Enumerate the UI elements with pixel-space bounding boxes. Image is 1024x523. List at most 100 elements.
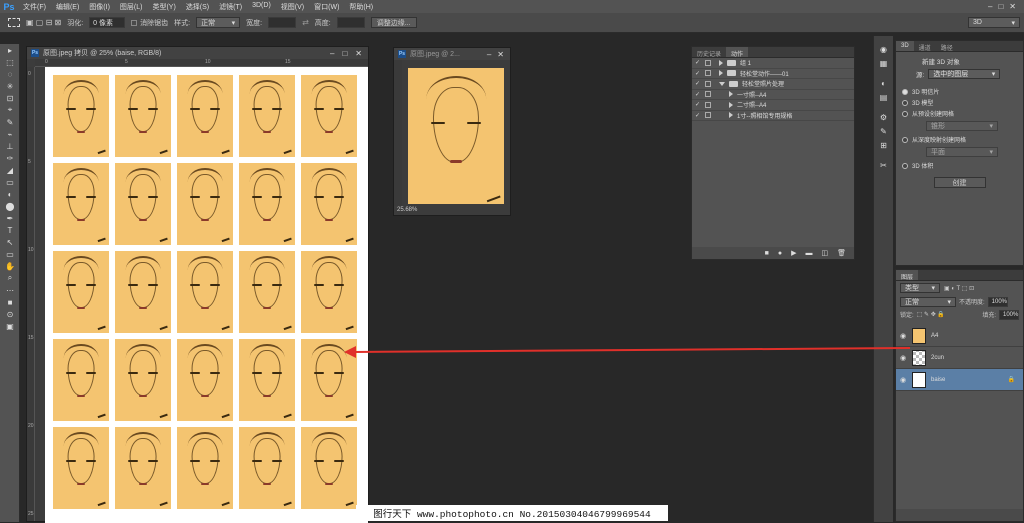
check-icon[interactable]: ✓: [695, 59, 701, 66]
radio-button[interactable]: [902, 88, 908, 95]
marquee-tool-icon[interactable]: [8, 18, 20, 27]
tool-icon[interactable]: ↖: [0, 236, 20, 248]
3d-option[interactable]: 从预设创建网格: [896, 108, 1023, 119]
tab-actions[interactable]: 动作: [726, 47, 749, 58]
height-input[interactable]: [336, 17, 365, 28]
canvas-a4-sheet[interactable]: [45, 67, 368, 523]
tab-3d-panel[interactable]: 通道: [914, 41, 936, 52]
radio-button[interactable]: [902, 136, 908, 143]
tool-icon[interactable]: ✳: [0, 80, 20, 92]
new-set-icon[interactable]: ▬: [805, 250, 812, 257]
layer-row[interactable]: ◉ baise 🔒: [896, 369, 1023, 391]
menu-item[interactable]: 类型(Y): [147, 2, 180, 12]
swatches-icon[interactable]: ▦: [874, 56, 893, 70]
create-button[interactable]: 创建: [933, 177, 986, 188]
dialog-toggle-icon[interactable]: [705, 59, 711, 66]
check-icon[interactable]: ✓: [695, 101, 701, 108]
new-action-icon[interactable]: ◫: [821, 249, 828, 257]
workspace-select[interactable]: 3D ▾: [968, 17, 1020, 28]
swap-icon[interactable]: ⇄: [302, 18, 309, 27]
feather-input[interactable]: 0 像素: [89, 17, 126, 28]
tool-icon[interactable]: ⌕: [0, 272, 20, 284]
action-row[interactable]: ✓ 一寸照--A4: [692, 90, 854, 100]
tool-icon[interactable]: ⊥: [0, 140, 20, 152]
visibility-eye-icon[interactable]: ◉: [899, 332, 907, 340]
maximize-icon[interactable]: □: [998, 2, 1003, 11]
stop-icon[interactable]: ■: [765, 250, 769, 257]
color-icon[interactable]: ◉: [874, 42, 893, 56]
tool-icon[interactable]: ▭: [0, 176, 20, 188]
tool-icon[interactable]: ⬚: [0, 56, 20, 68]
expand-triangle-icon[interactable]: [729, 91, 733, 98]
depth-map-select[interactable]: 平面 ▾: [926, 147, 998, 157]
source-select[interactable]: 选中的图层 ▾: [928, 69, 1001, 79]
3d-option[interactable]: 从深度映射创建网格: [896, 134, 1023, 145]
blend-mode-select[interactable]: 正常 ▾: [900, 296, 956, 307]
expand-triangle-icon[interactable]: [719, 81, 725, 86]
close-icon[interactable]: ✕: [355, 49, 362, 58]
menu-item[interactable]: 3D(D): [247, 2, 276, 12]
tool-icon[interactable]: ⊡: [0, 92, 20, 104]
kind-filter-select[interactable]: 类型 ▾: [900, 283, 940, 293]
tool-icon[interactable]: ▭: [0, 248, 20, 260]
tools-icon[interactable]: ✂: [874, 158, 893, 172]
opacity-input[interactable]: 100%: [987, 296, 1008, 307]
maximize-icon[interactable]: □: [342, 49, 347, 58]
expand-triangle-icon[interactable]: [719, 70, 723, 77]
dialog-toggle-icon[interactable]: [705, 112, 711, 119]
trash-icon[interactable]: 🗑: [837, 249, 846, 257]
tool-icon[interactable]: ⌁: [0, 128, 20, 140]
preset-mesh-select[interactable]: 锥形 ▾: [926, 121, 998, 131]
3d-option[interactable]: 3D 明信片: [896, 86, 1023, 97]
dialog-toggle-icon[interactable]: [705, 80, 711, 87]
3d-option[interactable]: 3D 模型: [896, 97, 1023, 108]
layer-row[interactable]: ◉ 2cun: [896, 347, 1023, 369]
visibility-eye-icon[interactable]: ◉: [899, 376, 907, 384]
check-icon[interactable]: ✓: [695, 112, 701, 119]
filter-icons[interactable]: ▣ ◐ T ⬚ ⊡: [944, 285, 974, 292]
tool-icon[interactable]: ◐: [0, 188, 20, 200]
expand-triangle-icon[interactable]: [719, 59, 723, 66]
tool-icon[interactable]: ▣: [0, 320, 20, 332]
fill-input[interactable]: 100%: [999, 309, 1019, 320]
tool-icon[interactable]: ✑: [0, 152, 20, 164]
check-icon[interactable]: ✓: [695, 80, 701, 87]
properties-icon[interactable]: ⚙: [874, 110, 893, 124]
style-select[interactable]: 正常 ▾: [196, 17, 241, 28]
tool-icon[interactable]: ■: [0, 296, 20, 308]
tool-icon[interactable]: ◢: [0, 164, 20, 176]
play-icon[interactable]: ▶: [791, 249, 796, 257]
tool-icon[interactable]: ✎: [0, 116, 20, 128]
tab-3d-panel[interactable]: 路径: [936, 41, 958, 52]
refine-edge-button[interactable]: 调整边缘...: [370, 17, 417, 28]
tool-icon[interactable]: ⊙: [0, 308, 20, 320]
close-icon[interactable]: ✕: [1009, 2, 1016, 11]
action-row[interactable]: ✓ 轻松堂动作——01: [692, 69, 854, 79]
width-input[interactable]: [268, 17, 297, 28]
antialias-checkbox[interactable]: 消除锯齿: [131, 18, 168, 28]
menu-item[interactable]: 选择(S): [181, 2, 214, 12]
minimize-icon[interactable]: –: [487, 50, 491, 59]
action-row[interactable]: ✓ 1寸--照相馆专用规格: [692, 111, 854, 121]
tool-icon[interactable]: ◌: [0, 68, 20, 80]
layer-row[interactable]: ◉ A4: [896, 325, 1023, 347]
radio-button[interactable]: [902, 162, 908, 169]
menu-item[interactable]: 文件(F): [18, 2, 51, 12]
expand-triangle-icon[interactable]: [729, 101, 733, 108]
selection-mode-icons[interactable]: ▣ ▢ ⊟ ⊠: [26, 18, 61, 27]
preview-title-bar[interactable]: Ps 原图.jpeg @ 2... – ✕: [394, 48, 510, 60]
expand-triangle-icon[interactable]: [729, 112, 733, 119]
check-icon[interactable]: ✓: [695, 70, 701, 77]
check-icon[interactable]: ✓: [695, 91, 701, 98]
close-icon[interactable]: ✕: [497, 50, 504, 59]
menu-item[interactable]: 窗口(W): [309, 2, 344, 12]
action-row[interactable]: ✓ 轻松堂照片处理: [692, 79, 854, 90]
minimize-icon[interactable]: –: [330, 49, 334, 58]
menu-item[interactable]: 图层(L): [115, 2, 148, 12]
document-title-bar[interactable]: Ps 原图.jpeg 拷贝 @ 25% (baise, RGB/8) – □ ✕: [27, 47, 368, 59]
visibility-eye-icon[interactable]: ◉: [899, 354, 907, 362]
tool-icon[interactable]: ⋯: [0, 284, 20, 296]
tab-layers[interactable]: 图层: [896, 270, 919, 281]
tool-icon[interactable]: ▸: [0, 44, 20, 56]
tool-icon[interactable]: ⬤: [0, 200, 20, 212]
